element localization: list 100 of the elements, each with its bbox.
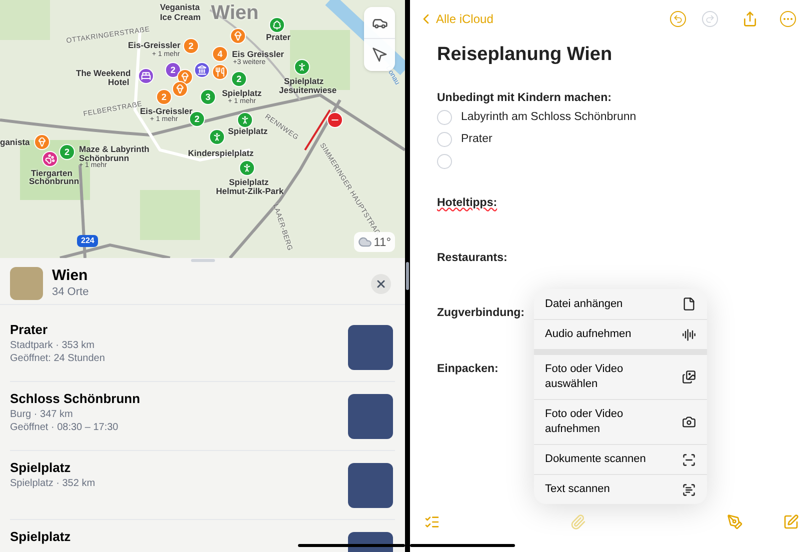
map-pin[interactable] — [327, 112, 343, 128]
bed-icon — [141, 71, 151, 81]
menu-item[interactable]: Text scannen — [534, 474, 707, 504]
map-label: Spielplatz — [229, 178, 269, 186]
place-detail: Burg · 347 km — [10, 408, 74, 421]
map-pin[interactable] — [194, 62, 210, 78]
map-label: Eis Greissler — [232, 50, 284, 58]
place-detail: Spielplatz · 352 km — [10, 477, 96, 490]
ice-cream-icon — [233, 31, 243, 41]
place-photo-placeholder — [348, 394, 393, 438]
person-icon — [240, 115, 250, 125]
note-heading: Unbedingt mit Kindern machen: — [437, 90, 612, 106]
ice-cream-icon — [37, 137, 47, 147]
section-heading: Restaurants: — [437, 251, 508, 266]
map-label: Tiergarten — [31, 169, 72, 178]
map-label: Eis-Greissler — [128, 41, 180, 50]
place-row[interactable]: Spielplatz Spielplatz · 352 km — [10, 451, 395, 520]
place-detail: Geöffnet: 24 Stunden — [10, 352, 105, 365]
split-view-handle[interactable] — [406, 262, 409, 290]
cloud-icon — [358, 235, 372, 249]
person-icon — [242, 163, 252, 173]
document-icon — [682, 297, 696, 311]
menu-item[interactable]: Foto oder Video auswählen — [534, 355, 707, 399]
checklist-item-text: Prater — [461, 132, 492, 147]
place-row[interactable]: Schloss Schönbrunn Burg · 347 km Geöffnet · 08:30 – 17:30 — [10, 382, 395, 451]
menu-item[interactable]: Datei anhängen — [534, 289, 707, 319]
more-button[interactable] — [780, 11, 796, 27]
ice-cream-icon — [180, 72, 190, 82]
map-label: Kinderspielplatz — [188, 149, 254, 158]
map-label: Maze & Labyrinth — [79, 145, 150, 154]
park-area — [0, 0, 50, 40]
text-scan-icon — [682, 482, 696, 496]
place-photo-placeholder — [348, 462, 393, 508]
menu-item[interactable]: Dokumente scannen — [534, 444, 707, 474]
route-shield: 224 — [77, 235, 98, 247]
compose-icon — [782, 514, 799, 530]
map-label: Schönbrunn — [29, 177, 80, 186]
compose-button[interactable] — [782, 514, 799, 530]
map-label: Hotel — [108, 78, 130, 86]
place-name: Prater — [10, 321, 49, 339]
map-pin[interactable] — [34, 134, 50, 150]
map-label: Schönbrunn — [79, 154, 130, 162]
park-area — [140, 190, 200, 240]
temperature: 11° — [374, 235, 391, 251]
photos-icon — [682, 370, 696, 384]
guide-photo-placeholder — [10, 267, 43, 300]
checklist-icon — [424, 514, 440, 530]
share-button[interactable] — [742, 11, 758, 27]
place-detail: Stadtpark · 353 km — [10, 339, 96, 352]
person-icon — [212, 132, 222, 142]
map-label: The Weekend — [76, 69, 131, 78]
close-button[interactable] — [371, 274, 391, 294]
undo-icon — [673, 14, 683, 24]
guide-title: Wien — [52, 267, 89, 286]
map-pin[interactable] — [209, 129, 225, 145]
undo-button[interactable] — [670, 11, 686, 27]
guide-subtitle: 34 Orte — [52, 286, 90, 300]
map-view[interactable] — [0, 0, 405, 258]
ice-cream-icon — [175, 84, 185, 94]
redo-button[interactable] — [702, 11, 718, 27]
map-label: Wien — [211, 3, 259, 23]
map-cluster-pin[interactable]: 2 — [165, 62, 181, 78]
map-label: Veganista — [160, 3, 200, 12]
pen-icon — [726, 514, 743, 530]
map-pin[interactable] — [138, 68, 154, 84]
menu-item[interactable]: Audio aufnehmen — [534, 319, 707, 349]
checklist-checkbox[interactable] — [437, 154, 452, 169]
place-row[interactable]: Prater Stadtpark · 353 km Geöffnet: 24 Stunden — [10, 313, 395, 382]
place-name: Spielplatz — [10, 528, 71, 546]
scan-icon — [682, 452, 696, 466]
checklist-button[interactable] — [424, 514, 440, 530]
checklist-checkbox[interactable] — [437, 132, 452, 147]
section-heading: Zugverbindung: — [437, 306, 525, 322]
person-icon — [297, 62, 307, 72]
waveform-icon — [682, 328, 696, 342]
camera-icon — [682, 415, 696, 429]
paw-icon — [45, 154, 55, 164]
map-label: Spielplatz — [284, 77, 324, 86]
map-label: Spielplatz — [228, 127, 268, 136]
checklist-checkbox[interactable] — [437, 110, 452, 125]
map-pin[interactable] — [237, 112, 253, 128]
place-photo-placeholder — [348, 324, 393, 370]
menu-item[interactable]: Foto oder Video aufnehmen — [534, 399, 707, 444]
map-pin[interactable] — [230, 28, 246, 44]
markup-button[interactable] — [726, 514, 743, 530]
tree-icon — [272, 20, 282, 30]
map-label: ganista — [0, 138, 30, 146]
map-pin[interactable] — [212, 64, 228, 80]
map-label: Ice Cream — [160, 13, 201, 22]
place-detail: Geöffnet · 08:30 – 17:30 — [10, 421, 120, 434]
fork-knife-icon — [215, 67, 225, 77]
note-title: Reiseplanung Wien — [437, 43, 614, 67]
place-name: Spielplatz — [10, 459, 72, 477]
map-pin[interactable] — [172, 81, 188, 97]
map-pin[interactable] — [239, 160, 255, 176]
attachment-button[interactable] — [570, 514, 586, 530]
building-icon — [197, 65, 207, 75]
map-pin[interactable] — [269, 17, 285, 33]
place-name: Schloss Schönbrunn — [10, 390, 140, 408]
map-label: Prater — [266, 33, 291, 42]
